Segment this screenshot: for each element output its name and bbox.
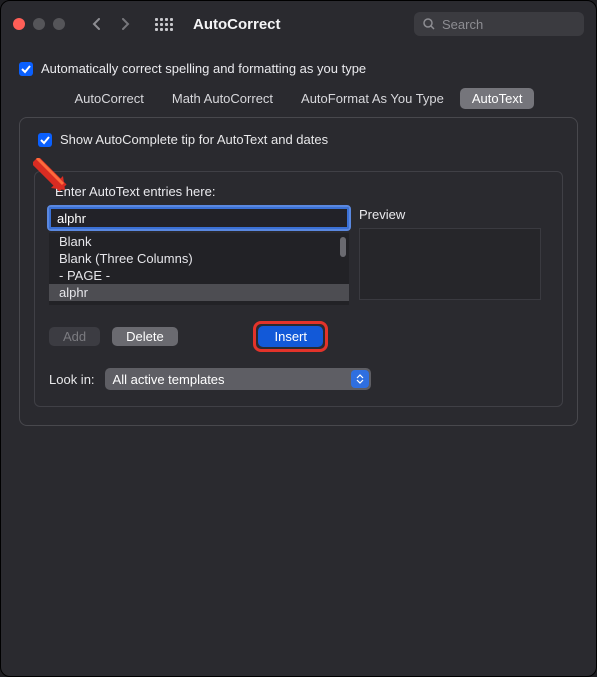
tab-autotext[interactable]: AutoText [460,88,535,109]
look-in-select[interactable]: All active templates [105,368,371,390]
back-button[interactable] [85,13,109,35]
list-item[interactable]: Blank [49,233,349,250]
button-row: Add Delete Insert [49,321,548,352]
list-item[interactable]: alphr [49,284,349,301]
autotext-panel: Show AutoComplete tip for AutoText and d… [19,117,578,426]
list-item[interactable]: Blank (Three Columns) [49,250,349,267]
autotext-entry-input[interactable] [49,207,349,229]
search-icon [422,17,436,31]
titlebar: AutoCorrect [1,1,596,47]
look-in-value: All active templates [113,372,225,387]
tab-bar: AutoCorrect Math AutoCorrect AutoFormat … [19,88,578,109]
preview-label: Preview [359,207,541,222]
insert-highlight-ring: Insert [253,321,328,352]
list-item[interactable]: - PAGE - [49,267,349,284]
entries-label: Enter AutoText entries here: [55,184,548,199]
tab-math-autocorrect[interactable]: Math AutoCorrect [160,88,285,109]
show-all-icon[interactable] [155,15,173,33]
select-stepper-icon [351,370,369,388]
list-scrollbar[interactable] [340,237,346,257]
minimize-window-button[interactable] [33,18,45,30]
preview-column: Preview [359,207,541,300]
close-window-button[interactable] [13,18,25,30]
auto-correct-master-label: Automatically correct spelling and forma… [41,61,366,76]
tab-autoformat-as-you-type[interactable]: AutoFormat As You Type [289,88,456,109]
look-in-row: Look in: All active templates [49,368,548,390]
auto-correct-master-checkbox[interactable] [19,62,33,76]
preferences-window: AutoCorrect Automatically correct spelli… [0,0,597,677]
autocomplete-tip-checkbox[interactable] [38,133,52,147]
look-in-label: Look in: [49,372,95,387]
autotext-list[interactable]: Blank Blank (Three Columns) - PAGE - alp… [49,233,349,305]
zoom-window-button[interactable] [53,18,65,30]
insert-button[interactable]: Insert [258,326,323,347]
delete-button[interactable]: Delete [112,327,178,346]
annotation-arrow-icon [33,158,73,198]
add-button: Add [49,327,100,346]
nav-arrows [85,13,137,35]
auto-correct-master-row: Automatically correct spelling and forma… [19,61,578,76]
tab-autocorrect[interactable]: AutoCorrect [63,88,156,109]
autotext-entries-group: Enter AutoText entries here: Blank Blank… [34,171,563,407]
autocomplete-tip-row: Show AutoComplete tip for AutoText and d… [34,132,563,147]
search-input[interactable] [414,12,584,36]
window-title: AutoCorrect [193,16,281,33]
content-area: Automatically correct spelling and forma… [1,47,596,440]
preview-box [359,228,541,300]
autocomplete-tip-label: Show AutoComplete tip for AutoText and d… [60,132,328,147]
window-controls [13,18,65,30]
search-wrap [414,12,584,36]
forward-button[interactable] [113,13,137,35]
